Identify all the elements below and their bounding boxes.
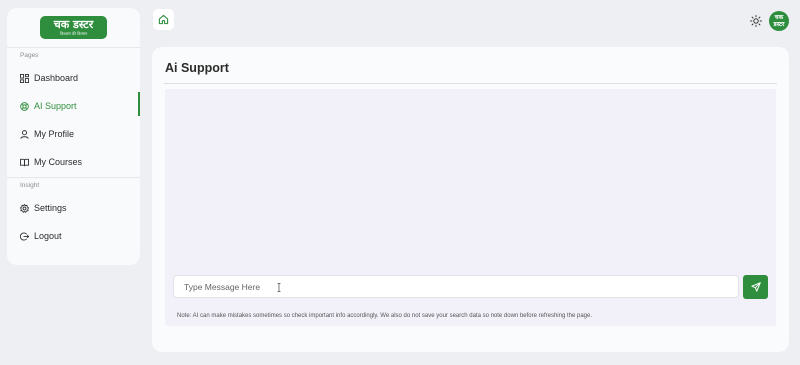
chat-area[interactable]: Note: AI can make mistakes sometimes so … [165, 89, 776, 326]
sidebar-item-my-courses[interactable]: My Courses [7, 148, 140, 176]
sidebar-item-label: Dashboard [34, 73, 79, 83]
sun-icon [749, 14, 762, 27]
title-divider [164, 83, 777, 84]
gear-icon [20, 203, 29, 213]
sidebar-item-label: My Courses [34, 157, 83, 167]
send-icon [750, 282, 761, 292]
sidebar-item-my-profile[interactable]: My Profile [7, 120, 140, 148]
sidebar: चक डस्टर विश्वास की किसान Pages Dashboar… [7, 8, 140, 265]
sidebar-item-label: Logout [34, 231, 62, 241]
avatar[interactable]: चक डस्टर [769, 11, 789, 31]
logo-area: चक डस्टर विश्वास की किसान [7, 8, 140, 48]
book-icon [20, 158, 29, 167]
brand-logo[interactable]: चक डस्टर विश्वास की किसान [40, 16, 107, 39]
sidebar-item-label: My Profile [34, 129, 75, 139]
logout-icon [20, 231, 29, 241]
sidebar-item-settings[interactable]: Settings [7, 194, 140, 222]
sidebar-item-ai-support[interactable]: AI Support [7, 92, 140, 120]
sidebar-item-logout[interactable]: Logout [7, 222, 140, 250]
sidebar-item-dashboard[interactable]: Dashboard [7, 64, 140, 92]
page-title: Ai Support [165, 61, 229, 75]
section-label-pages: Pages [20, 52, 39, 59]
send-button[interactable] [743, 275, 768, 299]
message-input[interactable] [173, 275, 739, 298]
support-icon [20, 101, 29, 111]
sidebar-item-label: AI Support [34, 101, 77, 111]
theme-toggle-button[interactable] [749, 14, 762, 27]
logo-tagline: विश्वास की किसान [59, 31, 88, 36]
main-panel: Ai Support Note: AI can make mistakes so… [152, 47, 789, 352]
text-cursor-icon [277, 283, 281, 292]
section-label-insight: Insight [20, 182, 40, 189]
disclaimer-note: Note: AI can make mistakes sometimes so … [177, 313, 592, 319]
sidebar-item-label: Settings [34, 203, 67, 213]
user-icon [20, 129, 29, 139]
logo-text: चक डस्टर [53, 18, 94, 31]
home-icon [158, 14, 169, 25]
grid-icon [20, 73, 29, 83]
home-button[interactable] [153, 9, 174, 30]
